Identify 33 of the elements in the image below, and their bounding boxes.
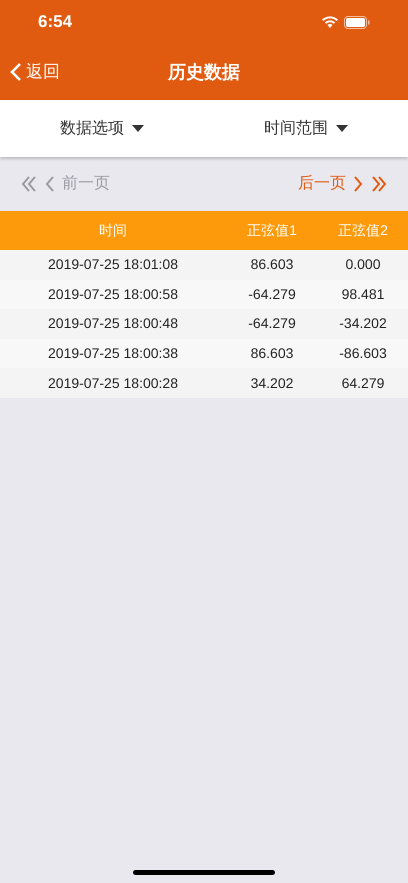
- page-title: 历史数据: [168, 60, 240, 84]
- table-cell-text: -86.603: [338, 344, 388, 364]
- chevron-right-icon: [352, 174, 364, 194]
- table-cell-text: 2019-07-25 18:00:58: [47, 284, 179, 304]
- table-cell-text: 0.000: [344, 255, 382, 274]
- double-chevron-left-icon: [20, 174, 38, 194]
- table-cell-text: 2019-07-25 18:00:38: [47, 344, 179, 364]
- column-header: 时间: [98, 221, 128, 240]
- table-cell-text: -34.202: [338, 314, 388, 334]
- caret-down-icon: [132, 125, 144, 132]
- column-header: 正弦值1: [246, 221, 298, 240]
- double-chevron-right-icon: [370, 174, 388, 194]
- table-cell-text: 86.603: [250, 344, 294, 364]
- table-cell-text: 2019-07-25 18:00:28: [47, 374, 179, 393]
- caret-down-icon: [336, 125, 348, 132]
- filter-dropdown[interactable]: 时间范围: [264, 116, 348, 140]
- table-cell-text: 64.279: [340, 374, 386, 393]
- table-cell-text: 86.603: [250, 255, 294, 274]
- table-cell-text: 34.202: [250, 374, 294, 393]
- table-cell-text: -64.279: [247, 314, 297, 334]
- table-cell-text: -64.279: [247, 284, 297, 304]
- table-cell-text: 2019-07-25 18:01:08: [47, 255, 179, 274]
- wifi-icon: [322, 16, 338, 28]
- table-cell-text: 2019-07-25 18:00:48: [47, 314, 179, 334]
- filter-dropdown[interactable]: 数据选项: [60, 116, 144, 140]
- column-header: 正弦值2: [337, 221, 389, 240]
- next-page-button[interactable]: 后一页: [298, 172, 388, 196]
- table-cell-text: 98.481: [340, 284, 386, 304]
- status-time: 6:54: [38, 11, 72, 34]
- chevron-left-icon: [10, 62, 22, 82]
- chevron-left-icon: [44, 174, 56, 194]
- battery-icon: [344, 16, 370, 28]
- back-button[interactable]: 返回: [0, 59, 60, 85]
